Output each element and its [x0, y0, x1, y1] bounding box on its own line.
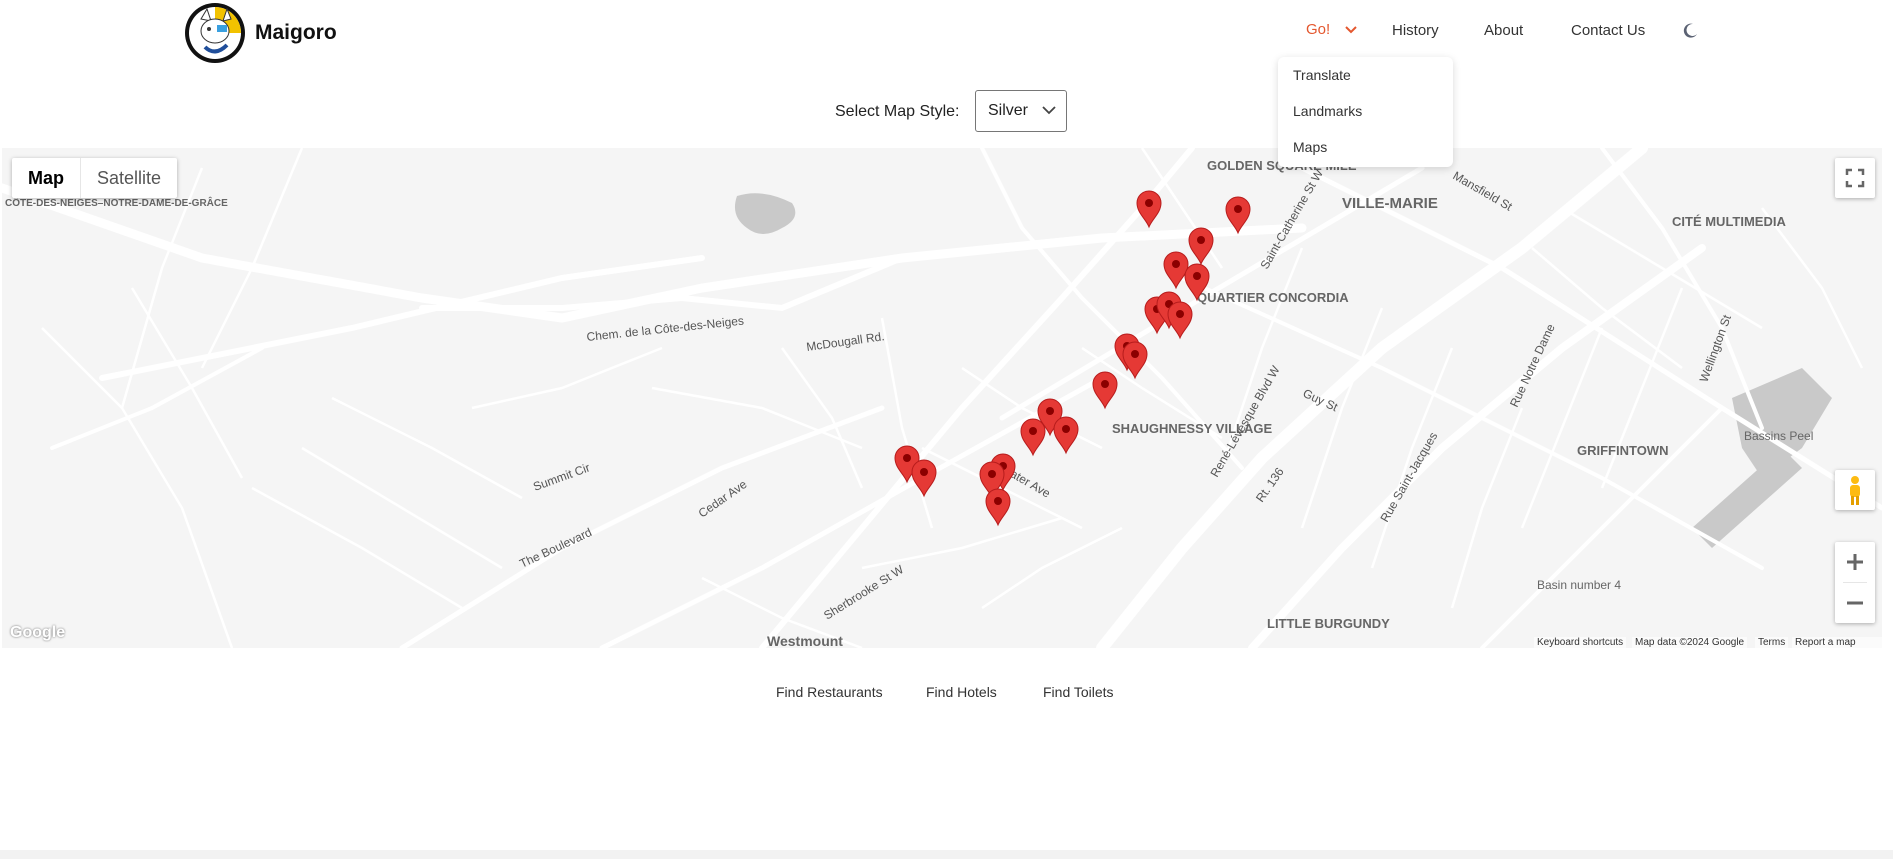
map-style-label: Select Map Style:	[835, 103, 960, 120]
map-label: VILLE-MARIE	[1342, 195, 1438, 212]
map-marker-dot	[1145, 199, 1153, 207]
go-dropdown-menu: Translate Landmarks Maps	[1278, 57, 1453, 167]
map-marker-dot	[1176, 310, 1184, 318]
map-base: GOLDEN SQUARE MILE VILLE-MARIE CITÉ MULT…	[2, 148, 1882, 648]
nav-history[interactable]: History	[1392, 22, 1439, 39]
google-logo[interactable]: Google	[10, 624, 65, 642]
chevron-down-icon	[1345, 26, 1357, 34]
map-marker-dot	[1131, 350, 1139, 358]
map-marker-dot	[1172, 260, 1180, 268]
map-marker-dot	[903, 454, 911, 462]
map-type-satellite-button[interactable]: Satellite	[80, 158, 177, 198]
find-hotels-link[interactable]: Find Hotels	[926, 684, 997, 700]
keyboard-shortcuts-link[interactable]: Keyboard shortcuts	[1534, 637, 1627, 648]
nav-go-label: Go!	[1306, 21, 1331, 38]
dropdown-item-translate[interactable]: Translate	[1293, 67, 1351, 83]
zoom-out-icon[interactable]	[1835, 583, 1875, 623]
map-marker-dot	[1029, 427, 1037, 435]
find-restaurants-link[interactable]: Find Restaurants	[776, 684, 883, 700]
zoom-control	[1835, 542, 1875, 623]
nav-go-dropdown[interactable]: Go!	[1306, 21, 1357, 38]
street-view-pegman[interactable]	[1835, 470, 1875, 510]
find-toilets-link[interactable]: Find Toilets	[1043, 684, 1114, 700]
map-style-select[interactable]: Silver	[975, 90, 1067, 132]
map-type-map-button[interactable]: Map	[12, 158, 80, 198]
maigoro-logo[interactable]	[183, 1, 247, 65]
map-marker-dot	[920, 468, 928, 476]
map-label: Westmount	[767, 633, 843, 648]
zoom-in-icon[interactable]	[1835, 542, 1875, 582]
dropdown-item-maps[interactable]: Maps	[1293, 139, 1327, 155]
map-marker-dot	[1193, 272, 1201, 280]
brand-name[interactable]: Maigoro	[255, 21, 337, 45]
terms-link[interactable]: Terms	[1755, 637, 1789, 648]
map-label: CITÉ MULTIMEDIA	[1672, 214, 1786, 229]
fullscreen-button[interactable]	[1835, 158, 1875, 198]
map-marker-dot	[1062, 425, 1070, 433]
page-footer-bar	[0, 850, 1893, 859]
map-canvas[interactable]: GOLDEN SQUARE MILE VILLE-MARIE CITÉ MULT…	[2, 148, 1882, 648]
map-data-attribution: Map data ©2024 Google	[1632, 637, 1748, 648]
map-label: GRIFFINTOWN	[1577, 443, 1668, 458]
map-style-value: Silver	[988, 102, 1029, 119]
chevron-down-icon	[1042, 106, 1056, 115]
map-marker-dot	[1046, 407, 1054, 415]
map-marker-dot	[1101, 380, 1109, 388]
map-label: LITTLE BURGUNDY	[1267, 616, 1390, 631]
map-label: QUARTIER CONCORDIA	[1197, 290, 1349, 305]
map-marker-dot	[994, 497, 1002, 505]
nav-contact[interactable]: Contact Us	[1571, 22, 1645, 39]
moon-icon[interactable]	[1681, 22, 1699, 40]
map-label: Bassins Peel	[1744, 429, 1813, 443]
fullscreen-icon	[1845, 168, 1865, 188]
map-label: Basin number 4	[1537, 578, 1621, 592]
map-type-control: Map Satellite	[12, 158, 178, 198]
dropdown-item-landmarks[interactable]: Landmarks	[1293, 103, 1362, 119]
report-error-link[interactable]: Report a map error	[1792, 637, 1882, 648]
nav-about[interactable]: About	[1484, 22, 1523, 39]
map-marker-dot	[1197, 236, 1205, 244]
pegman-icon	[1850, 476, 1860, 505]
map-marker-dot	[1234, 205, 1242, 213]
map-marker-dot	[988, 470, 996, 478]
